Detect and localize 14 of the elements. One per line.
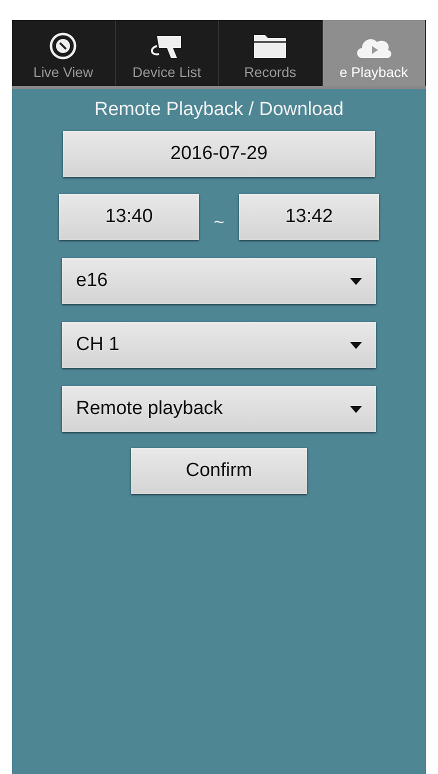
caret-icon xyxy=(350,278,362,284)
start-time-button[interactable]: 13:40 xyxy=(59,194,199,240)
date-button[interactable]: 2016-07-29 xyxy=(63,131,375,177)
panel-title: Remote Playback / Download xyxy=(94,99,344,121)
folder-icon xyxy=(252,32,288,60)
dropdown[interactable]: Remote playback xyxy=(62,386,376,432)
caret-icon xyxy=(350,342,362,348)
confirm-button[interactable]: Confirm xyxy=(131,448,307,494)
dropdown[interactable]: CH 1 xyxy=(62,322,376,368)
target-icon xyxy=(49,32,78,60)
dropdown[interactable]: e16 xyxy=(62,258,376,304)
end-time-button[interactable]: 13:42 xyxy=(239,194,379,240)
range-separator: ~ xyxy=(212,210,226,232)
caret-icon xyxy=(350,406,362,412)
